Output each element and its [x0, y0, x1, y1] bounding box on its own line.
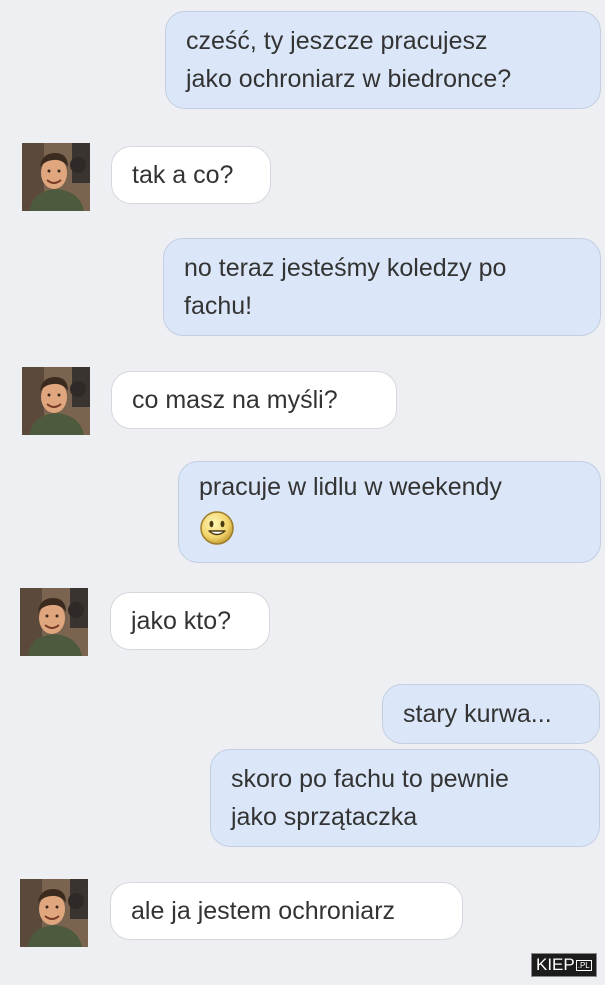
watermark-text: KIEP [536, 955, 575, 974]
message-text: ale ja jestem ochroniarz [131, 897, 396, 925]
message-bubble-outgoing: stary kurwa... [382, 684, 600, 744]
message-text: jako sprzątaczka [231, 803, 418, 831]
avatar[interactable] [20, 879, 88, 947]
avatar[interactable] [22, 367, 90, 435]
smiley-icon [199, 510, 580, 557]
message-text: stary kurwa... [403, 700, 552, 728]
message-text: cześć, ty jeszcze pracujesz [186, 27, 488, 55]
message-bubble-outgoing: no teraz jesteśmy koledzy po fachu! [163, 238, 601, 336]
message-bubble-outgoing: cześć, ty jeszcze pracujesz jako ochroni… [165, 11, 601, 109]
message-text: no teraz jesteśmy koledzy po [184, 254, 507, 282]
message-text: pracuje w lidlu w weekendy [199, 472, 502, 501]
message-text: jako kto? [131, 607, 232, 635]
message-bubble-incoming: tak a co? [111, 146, 271, 204]
message-text: jako ochroniarz w biedronce? [186, 65, 512, 93]
message-bubble-outgoing: pracuje w lidlu w weekendy [178, 461, 601, 563]
message-bubble-incoming: ale ja jestem ochroniarz [110, 882, 463, 940]
message-bubble-incoming: jako kto? [110, 592, 270, 650]
avatar[interactable] [20, 588, 88, 656]
avatar[interactable] [22, 143, 90, 211]
message-text: skoro po fachu to pewnie [231, 765, 509, 793]
message-text: fachu! [184, 292, 253, 320]
watermark-suffix: .PL [575, 959, 592, 971]
message-text: tak a co? [132, 161, 234, 189]
watermark-logo: KIEP .PL [531, 953, 597, 977]
message-bubble-incoming: co masz na myśli? [111, 371, 397, 429]
message-text: co masz na myśli? [132, 386, 338, 414]
message-bubble-outgoing: skoro po fachu to pewnie jako sprzątaczk… [210, 749, 600, 847]
